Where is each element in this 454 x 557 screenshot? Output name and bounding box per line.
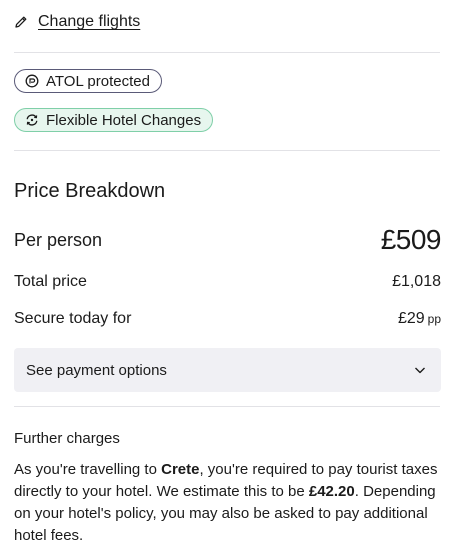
tourist-tax-amount: £42.20: [308, 483, 355, 500]
change-flights-label[interactable]: Change flights: [38, 13, 140, 31]
per-person-price: £509: [380, 224, 442, 255]
pencil-icon: [14, 15, 28, 29]
divider: [14, 150, 440, 151]
payment-options-label: See payment options: [26, 361, 167, 379]
destination-name: Crete: [161, 461, 200, 478]
flexible-label: Flexible Hotel Changes: [46, 111, 202, 129]
price-breakdown-title: Price Breakdown: [14, 180, 166, 202]
flexible-icon: [25, 113, 39, 127]
atol-icon: [25, 74, 39, 88]
atol-protected-badge: ATOL protected: [14, 69, 162, 93]
further-charges-text: As you're travelling to Crete, you're re…: [14, 461, 438, 544]
see-payment-options-dropdown[interactable]: See payment options: [14, 348, 441, 392]
chevron-down-icon: [413, 363, 427, 377]
secure-today-label: Secure today for: [14, 310, 132, 327]
further-charges-title: Further charges: [14, 430, 120, 447]
secure-amount: £29: [397, 310, 425, 327]
secure-today-value: £29 pp: [398, 310, 441, 328]
total-price-value: £1,018: [392, 273, 441, 290]
flexible-hotel-changes-badge: Flexible Hotel Changes: [14, 108, 214, 132]
change-flights-link[interactable]: Change flights: [14, 11, 140, 33]
divider: [14, 406, 440, 407]
per-person-label: Per person: [14, 230, 103, 250]
total-price-label: Total price: [14, 273, 87, 290]
atol-label: ATOL protected: [46, 72, 150, 90]
per-person-unit: pp: [427, 312, 441, 326]
divider: [14, 52, 440, 53]
